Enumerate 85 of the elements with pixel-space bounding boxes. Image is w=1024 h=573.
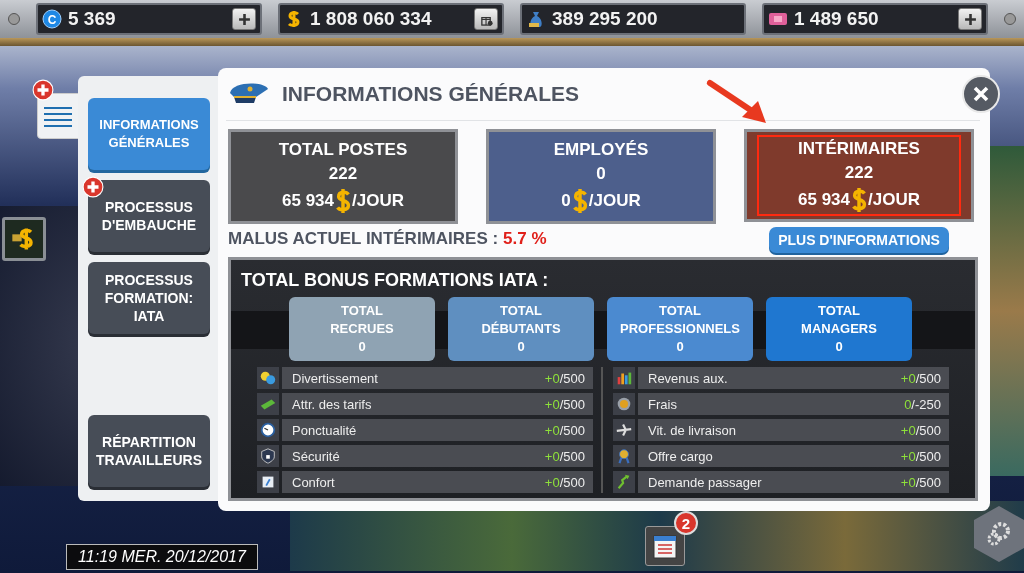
resource-value: 1 489 650 [794, 8, 880, 30]
add-button[interactable] [232, 8, 256, 30]
dollar-icon [850, 186, 868, 213]
total-heading: TOTAL [658, 302, 702, 320]
card-title: EMPLOYÉS [553, 139, 649, 160]
card-amount: 0 [561, 190, 571, 211]
gift-button[interactable] [474, 8, 498, 30]
dialog-title: INFORMATIONS GÉNÉRALES [282, 82, 580, 106]
total-heading: TOTAL [499, 302, 543, 320]
card-unit: /JOUR [588, 190, 641, 211]
ticket-icon [257, 393, 279, 415]
total-label: PROFESSIONNELS [620, 320, 740, 338]
menu-button[interactable] [37, 93, 79, 139]
bonus-value: +0/500 [544, 370, 585, 386]
menu-icon [43, 105, 73, 127]
total-value: 0 [676, 338, 684, 356]
resource-value: 5 369 [68, 8, 117, 30]
total-heading: TOTAL [817, 302, 861, 320]
bonus-value: +0/500 [900, 474, 941, 490]
bonus-label: Attr. des tarifs [292, 396, 372, 412]
card-amount: 65 934 [798, 189, 850, 210]
finance-button[interactable] [2, 217, 46, 261]
plus-icon [237, 12, 251, 26]
screw-icon [8, 13, 20, 25]
bonus-value: +0/500 [900, 422, 941, 438]
bars-icon [613, 367, 635, 389]
total-heading: TOTAL [340, 302, 384, 320]
card-count: 222 [844, 162, 874, 183]
bonus-label: Sécurité [292, 448, 340, 464]
dollar-icon [334, 187, 352, 214]
calendar-icon [651, 532, 679, 560]
total-label: RECRUES [330, 320, 394, 338]
total-label: DÉBUTANTS [481, 320, 561, 338]
resource-value: 389 295 200 [552, 8, 659, 30]
bonus-value: +0/500 [544, 422, 585, 438]
clock-icon [257, 419, 279, 441]
bonus-label: Frais [648, 396, 677, 412]
total-value: 0 [835, 338, 843, 356]
bonus-label: Demande passager [648, 474, 762, 490]
close-icon [971, 84, 991, 104]
bonus-value: +0/500 [544, 474, 585, 490]
shield-icon [257, 445, 279, 467]
bonus-label: Vit. de livraison [648, 422, 736, 438]
coin-icon [613, 393, 635, 415]
sidebar-item[interactable]: PROCESSUS D'EMBAUCHE [88, 180, 210, 252]
bonus-value: +0/500 [900, 448, 941, 464]
bonus-value: +0/500 [900, 370, 941, 386]
bonus-label: Divertissement [292, 370, 378, 386]
malus-value: 5.7 % [503, 229, 547, 249]
card-count: 222 [328, 163, 358, 184]
card-title: TOTAL POSTES [278, 139, 408, 160]
seat-icon [257, 471, 279, 493]
more-info-button[interactable]: PLUS D'INFORMATIONS [769, 227, 949, 253]
plus-badge-icon [32, 79, 54, 101]
malus-label: MALUS ACTUEL INTÉRIMAIRES : [228, 229, 499, 249]
sidebar-item[interactable]: PROCESSUS FORMATION: IATA [88, 262, 210, 334]
bonus-label: Confort [292, 474, 335, 490]
bonus-label: Revenus aux. [648, 370, 728, 386]
card-unit: /JOUR [352, 190, 404, 211]
card-title: INTÉRIMAIRES [798, 138, 920, 159]
dollar-icon [570, 187, 589, 214]
bonus-title: TOTAL BONUS FORMATIONS IATA : [240, 269, 550, 292]
bonus-value: +0/500 [544, 448, 585, 464]
total-value: 0 [358, 338, 366, 356]
total-label: MANAGERS [801, 320, 877, 338]
close-button[interactable] [962, 75, 1000, 113]
bonus-value: +0/500 [544, 396, 585, 412]
card-amount: 65 934 [282, 190, 334, 211]
sidebar-item[interactable]: INFORMATIONS GÉNÉRALES [88, 98, 210, 170]
card-unit: /JOUR [868, 189, 920, 210]
date-time-display: 11:19 MER. 20/12/2017 [66, 544, 258, 570]
bonus-value: 0/-250 [904, 396, 941, 412]
masks-icon [257, 367, 279, 389]
total-value: 0 [517, 338, 525, 356]
add-button[interactable] [958, 8, 982, 30]
plus-icon [963, 12, 977, 26]
bonus-label: Ponctualité [292, 422, 357, 438]
bonus-label: Offre cargo [648, 448, 713, 464]
sidebar-item[interactable]: RÉPARTITION TRAVAILLEURS [88, 415, 210, 487]
resource-value: 1 808 060 334 [310, 8, 433, 30]
screw-icon [1004, 13, 1016, 25]
coin-icon: C [42, 9, 62, 29]
card-count: 0 [596, 163, 606, 184]
plane-icon [613, 419, 635, 441]
medal-icon [613, 445, 635, 467]
